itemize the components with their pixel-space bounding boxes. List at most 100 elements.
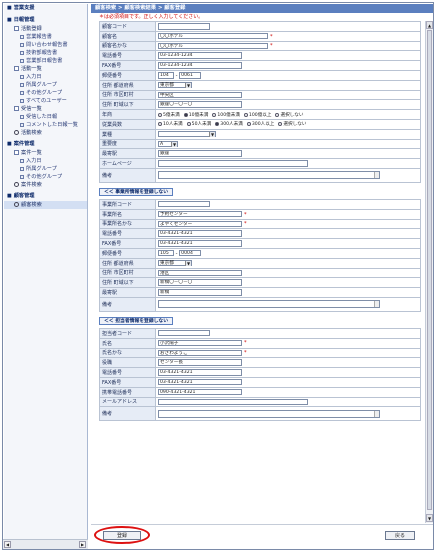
person-mail-input[interactable]	[158, 398, 308, 406]
radio-button[interactable]	[158, 122, 162, 127]
scrollbar-thumb[interactable]	[427, 30, 432, 510]
person-toggle-button[interactable]: ＜＜ 担当者情報を登録しない	[99, 316, 174, 325]
sidebar-item[interactable]: 入力日	[4, 73, 87, 81]
sidebar-item[interactable]: 営業報告書	[4, 33, 87, 41]
radio-option[interactable]: 10人未満	[158, 122, 183, 127]
office-city-input[interactable]: 港区	[158, 269, 242, 277]
scrollbar[interactable]	[374, 410, 379, 417]
sidebar-search-item[interactable]: 案件検索	[4, 181, 87, 189]
person-mobile-input[interactable]: 090-4321-4321	[158, 388, 242, 396]
radio-option[interactable]: 100億以上	[243, 112, 271, 118]
radio-button[interactable]	[243, 112, 248, 117]
customer-homepage-input[interactable]	[158, 160, 308, 167]
customer-street-input[interactable]: 銀座〇－〇－〇	[158, 101, 242, 108]
sidebar-item[interactable]: 営業部日報告書	[4, 57, 87, 65]
person-tel-input[interactable]: 03-4321-4321	[158, 369, 242, 376]
scrollbar[interactable]	[374, 301, 379, 308]
customer-code-input[interactable]	[158, 23, 210, 30]
radio-option[interactable]: 300人以上	[246, 122, 274, 127]
customer-fax-input[interactable]: 03-1234-1234	[158, 62, 242, 69]
scroll-right-icon[interactable]: ▶	[79, 541, 86, 548]
customer-name-input[interactable]: 〇〇ホテル	[158, 32, 268, 40]
person-fax-input[interactable]: 03-4321-4321	[158, 378, 242, 386]
radio-button[interactable]	[246, 122, 251, 127]
sidebar-section[interactable]: ■ 日報管理	[4, 16, 87, 25]
radio-option[interactable]: 選択しない	[275, 112, 303, 118]
radio-button[interactable]	[278, 122, 283, 127]
customer-form: 顧客コード 顧客名 〇〇ホテル * 顧客名かな 〇〇ホテル * 電話番号 03-12…	[99, 21, 421, 183]
sidebar-subsection[interactable]: 案件一覧	[4, 149, 87, 157]
scroll-down-icon[interactable]: ▼	[426, 514, 433, 522]
office-zip1-input[interactable]: 105	[158, 249, 174, 257]
customer-industry-select[interactable]: ▼	[158, 130, 216, 138]
scrollbar[interactable]	[374, 172, 379, 179]
office-street-input[interactable]: 新橋〇－〇－〇	[158, 279, 242, 286]
sidebar-search-item[interactable]: 活動検索	[4, 129, 87, 137]
office-memo-textarea[interactable]	[158, 300, 380, 309]
customer-tel-input[interactable]: 03-1234-1234	[158, 52, 242, 59]
radio-option[interactable]: 100億未満	[212, 112, 240, 118]
radio-option[interactable]: 10億未満	[183, 112, 209, 118]
office-pref-label: 住所 都道府県	[99, 257, 156, 269]
register-button[interactable]: 登録	[103, 531, 141, 540]
customer-memo-textarea[interactable]	[158, 171, 380, 180]
sidebar-subsection[interactable]: 活動登録	[4, 25, 87, 33]
radio-button[interactable]	[186, 122, 191, 127]
office-toggle-button[interactable]: ＜＜ 事業所情報を登録しない	[99, 187, 174, 196]
customer-importance-select[interactable]: A ▼	[158, 140, 178, 148]
office-station-input[interactable]: 新橋	[158, 289, 242, 296]
scroll-up-icon[interactable]: ▲	[426, 21, 433, 29]
sidebar-search-item[interactable]: 顧客検索	[4, 201, 87, 209]
sidebar-subsection[interactable]: 活動一覧	[4, 65, 87, 73]
customer-city-input[interactable]: 中央区	[158, 91, 242, 99]
customer-importance-value: A	[160, 141, 164, 147]
office-name-input[interactable]: 予約センター	[158, 210, 242, 218]
office-fax-input[interactable]: 03-4321-4321	[158, 240, 242, 247]
scroll-left-icon[interactable]: ◀	[4, 541, 11, 548]
radio-label: 10億未満	[188, 112, 209, 118]
sidebar-item[interactable]: 所属グループ	[4, 165, 87, 173]
office-tel-input[interactable]: 03-4321-4321	[158, 230, 242, 237]
customer-pref-select[interactable]: 東京都 ▼	[158, 81, 192, 89]
sidebar-item[interactable]: コメントした日報一覧	[4, 121, 87, 129]
radio-button[interactable]	[215, 122, 220, 127]
radio-option[interactable]: 選択しない	[278, 122, 306, 127]
back-button[interactable]: 戻る	[385, 531, 415, 540]
document-icon	[14, 150, 19, 155]
person-memo-textarea[interactable]	[158, 409, 380, 418]
customer-zip1-input[interactable]: 104	[158, 72, 174, 79]
sidebar-item[interactable]: 受信した日報	[4, 113, 87, 121]
office-pref-select[interactable]: 東京都 ▼	[158, 259, 192, 267]
sidebar-item[interactable]: 所属グループ	[4, 81, 87, 89]
sidebar-section[interactable]: ■ 案件管理	[4, 140, 87, 149]
person-code-input[interactable]	[158, 329, 210, 337]
office-code-input[interactable]	[158, 200, 210, 208]
person-position-input[interactable]: センター長	[158, 359, 242, 366]
sidebar-item[interactable]: その他グループ	[4, 89, 87, 97]
sidebar-item[interactable]: 技術部報告書	[4, 49, 87, 57]
radio-button[interactable]	[212, 112, 217, 117]
sidebar-subsection[interactable]: 受信一覧	[4, 105, 87, 113]
customer-zip2-input[interactable]: 0061	[179, 72, 202, 79]
sidebar-item[interactable]: 入力日	[4, 157, 87, 165]
sidebar-section[interactable]: ■ 顧客管理	[4, 192, 87, 201]
sidebar-item[interactable]: すべてのユーザー	[4, 97, 87, 105]
sidebar-item[interactable]: その他グループ	[4, 173, 87, 181]
radio-option[interactable]: 300人未満	[215, 122, 243, 127]
radio-option[interactable]: 5億未満	[158, 112, 180, 118]
radio-button[interactable]	[183, 112, 188, 117]
sidebar-scrollbar[interactable]: ◀ ▶	[3, 539, 88, 549]
sidebar-section[interactable]: ■ 営業支援	[4, 4, 87, 13]
sidebar-item[interactable]: 問い合わせ報告書	[4, 41, 87, 49]
office-zip2-input[interactable]: 0004	[179, 249, 202, 257]
customer-station-label: 最寄駅	[99, 148, 156, 160]
customer-station-input[interactable]: 銀座	[158, 150, 242, 157]
main-scrollbar[interactable]: ▲ ▼	[425, 21, 433, 523]
customer-kana-input[interactable]: 〇〇ホテル	[158, 42, 268, 50]
radio-button[interactable]	[275, 112, 280, 117]
person-name-input[interactable]: 小沢陽子	[158, 339, 242, 347]
radio-option[interactable]: 50人未満	[186, 122, 211, 127]
person-kana-input[interactable]: おざわようこ	[158, 349, 242, 357]
office-kana-input[interactable]: よやくセンター	[158, 220, 242, 228]
radio-button[interactable]	[158, 112, 162, 117]
